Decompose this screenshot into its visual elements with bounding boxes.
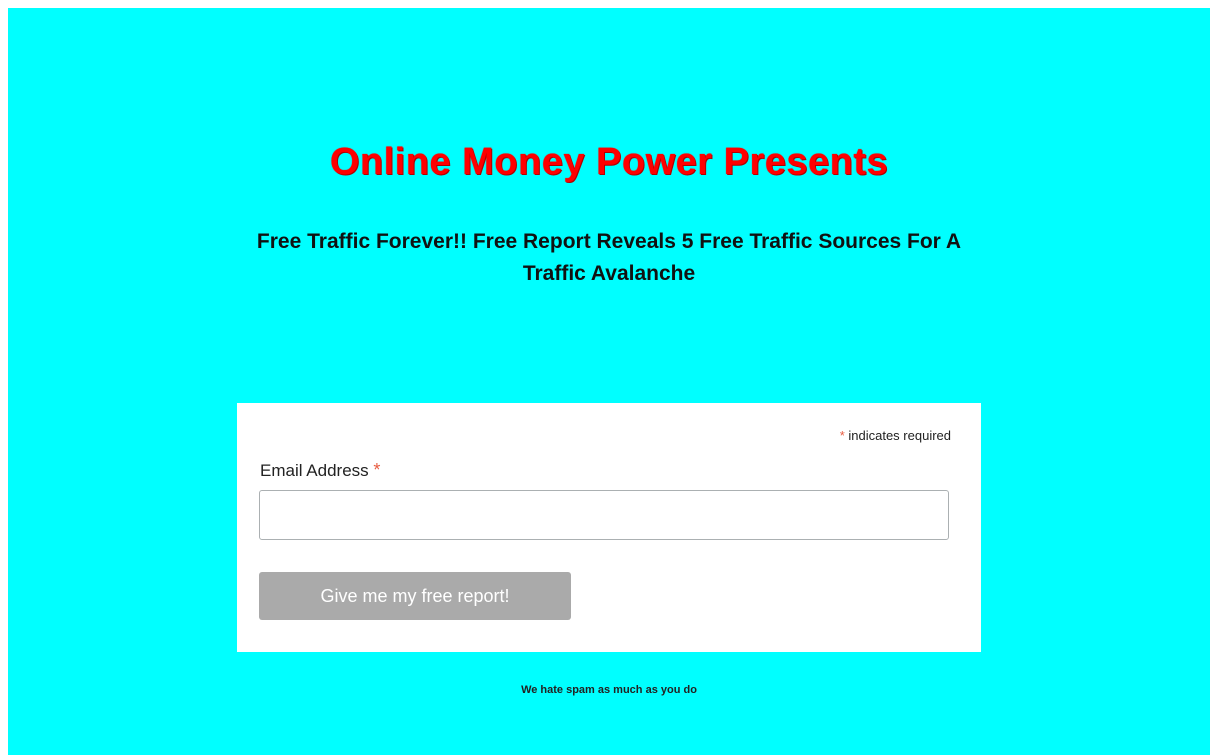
- email-label-text: Email Address: [260, 461, 374, 480]
- page-headline: Online Money Power Presents: [329, 141, 889, 183]
- submit-button[interactable]: Give me my free report!: [259, 572, 571, 620]
- signup-form: * indicates required Email Address * Giv…: [237, 403, 981, 652]
- spam-note: We hate spam as much as you do: [521, 684, 697, 696]
- email-required-asterisk-icon: *: [373, 460, 381, 480]
- page-subheadline: Free Traffic Forever!! Free Report Revea…: [256, 230, 962, 285]
- required-indicator-note: * indicates required: [840, 428, 951, 443]
- email-input[interactable]: [259, 490, 949, 540]
- email-label: Email Address *: [260, 460, 380, 481]
- required-note-text: indicates required: [844, 428, 951, 443]
